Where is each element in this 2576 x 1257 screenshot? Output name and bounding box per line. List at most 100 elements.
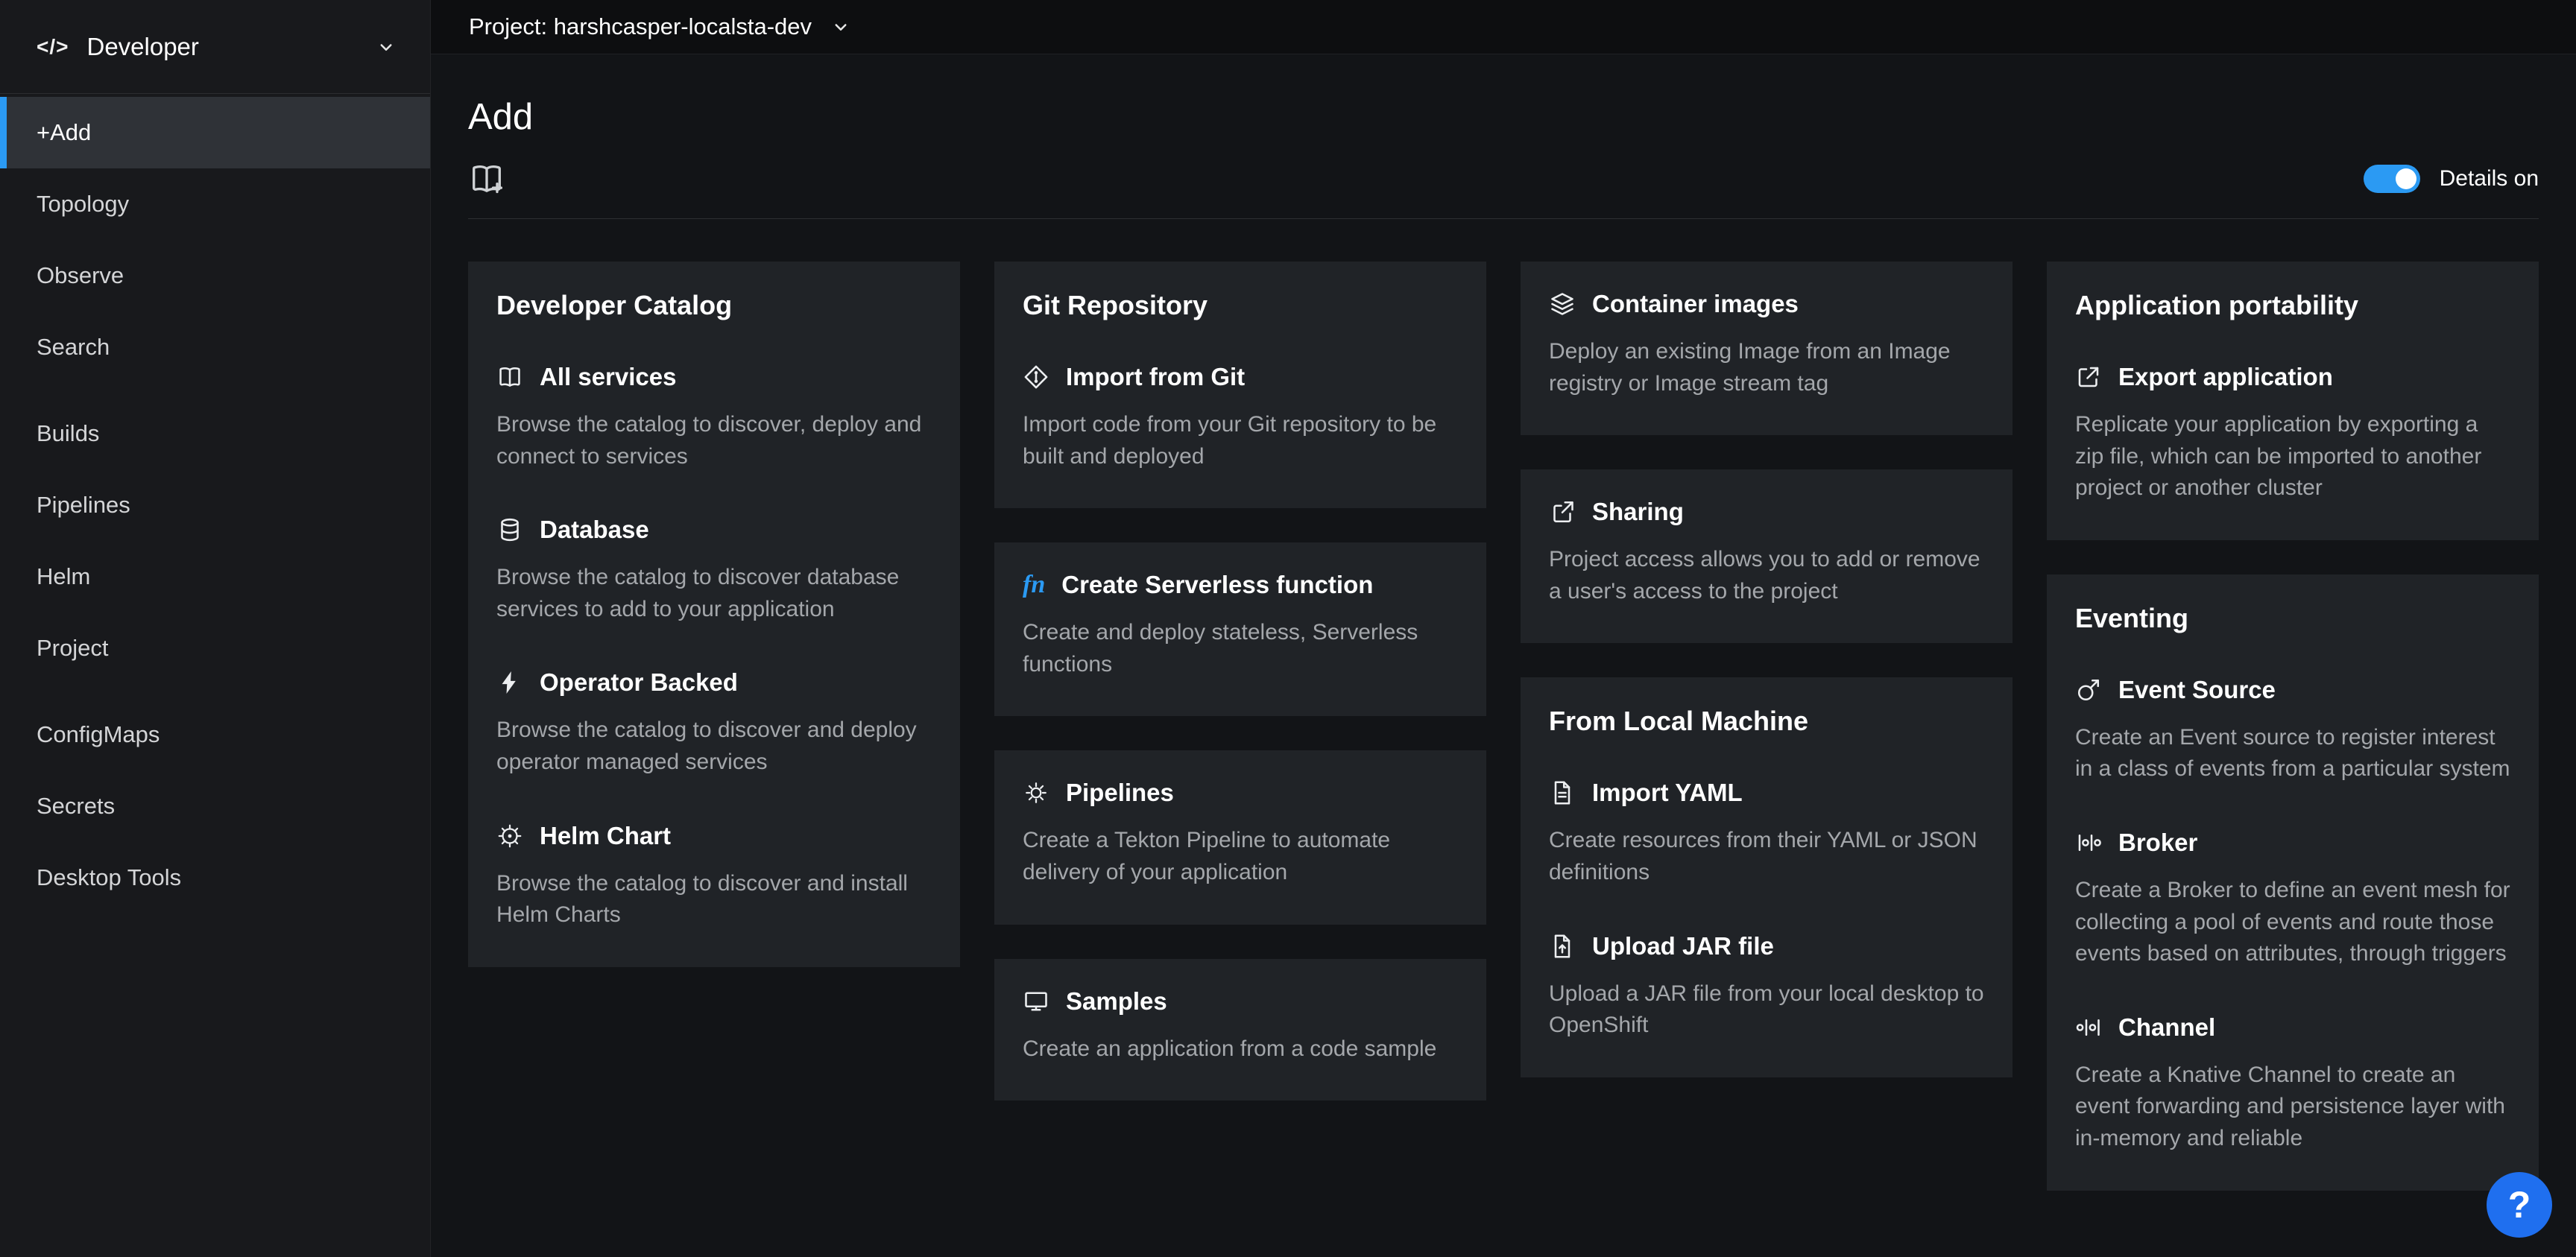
tile-container-images[interactable]: Container imagesDeploy an existing Image… — [1549, 290, 1984, 399]
sidebar-group: BuildsPipelinesHelmProject — [0, 398, 430, 684]
sidebar-item-pipelines[interactable]: Pipelines — [0, 469, 430, 541]
tile-description: Deploy an existing Image from an Image r… — [1549, 336, 1984, 399]
details-toggle-group: Details on — [2364, 165, 2539, 193]
sidebar-item-observe[interactable]: Observe — [0, 240, 430, 311]
tile-title: Samples — [1066, 987, 1167, 1016]
details-switch[interactable] — [2364, 165, 2420, 193]
tile-description: Create and deploy stateless, Serverless … — [1023, 617, 1458, 680]
tile-description: Upload a JAR file from your local deskto… — [1549, 978, 1984, 1042]
tile-description: Project access allows you to add or remo… — [1549, 544, 1984, 607]
perspective-label: Developer — [86, 33, 198, 61]
sidebar-item-project[interactable]: Project — [0, 612, 430, 684]
tile-header: fnCreate Serverless function — [1023, 571, 1458, 599]
card-developer-catalog: Developer Catalog All servicesBrowse the … — [468, 262, 960, 967]
tile-all-services[interactable]: All servicesBrowse the catalog to discov… — [496, 363, 932, 472]
tile-description: Create a Tekton Pipeline to automate del… — [1023, 825, 1458, 888]
card-sharing: Sharing Project access allows you to add … — [1521, 469, 2012, 643]
tile-helm-chart[interactable]: Helm Chart Browse the catalog to discover… — [496, 822, 932, 931]
cards-column-3: Container imagesDeploy an existing Image… — [1521, 262, 2012, 1077]
tile-sharing[interactable]: Sharing Project access allows you to add … — [1549, 498, 1984, 607]
card-samples: Samples Create an application from a code… — [994, 959, 1486, 1101]
tile-description: Browse the catalog to discover, deploy a… — [496, 409, 932, 472]
tile-header: Import YAML — [1549, 779, 1984, 807]
tile-header: Export application — [2075, 363, 2510, 391]
tile-description: Create an application from a code sample — [1023, 1033, 1458, 1066]
tile-description: Import code from your Git repository to … — [1023, 409, 1458, 472]
sidebar-item-builds[interactable]: Builds — [0, 398, 430, 469]
samples-icon — [1023, 988, 1049, 1015]
tile-title: Channel — [2118, 1013, 2215, 1042]
sidebar-nav: +AddTopologyObserveSearchBuildsPipelines… — [0, 94, 430, 914]
tile-header: Database — [496, 516, 932, 544]
tile-title: Pipelines — [1066, 779, 1174, 807]
sidebar-group: +AddTopologyObserveSearch — [0, 97, 430, 383]
tile-pipelines[interactable]: Pipelines Create a Tekton Pipeline to aut… — [1023, 779, 1458, 888]
tile-header: Broker — [2075, 829, 2510, 857]
channel-icon — [2075, 1014, 2102, 1041]
tile-samples[interactable]: Samples Create an application from a code… — [1023, 987, 1458, 1066]
tile-description: Browse the catalog to discover and insta… — [496, 868, 932, 931]
tile-header: Helm Chart — [496, 822, 932, 850]
card-title: Application portability — [2075, 290, 2510, 321]
card-title: Eventing — [2075, 603, 2510, 634]
tile-title: Import from Git — [1066, 363, 1245, 391]
tile-title: Export application — [2118, 363, 2333, 391]
add-page: Add Details on Developer Catalog All serv… — [431, 54, 2576, 1257]
sidebar-item-configmaps[interactable]: ConfigMaps — [0, 699, 430, 770]
project-dropdown[interactable]: Project: harshcasper-localsta-dev — [469, 13, 852, 40]
tile-description: Create a Broker to define an event mesh … — [2075, 875, 2510, 970]
guided-tour-book-icon[interactable] — [468, 160, 505, 197]
card-eventing: Eventing Event SourceCreate an Event sour… — [2047, 574, 2539, 1191]
container-images-icon — [1549, 291, 1576, 317]
tile-header: Samples — [1023, 987, 1458, 1016]
tile-event-source[interactable]: Event SourceCreate an Event source to re… — [2075, 676, 2510, 785]
cards-column-4: Application portability Export applicatio… — [2047, 262, 2539, 1191]
sidebar-item-topology[interactable]: Topology — [0, 168, 430, 240]
page-title: Add — [468, 96, 2539, 138]
tile-export-application[interactable]: Export applicationReplicate your applica… — [2075, 363, 2510, 504]
import-from-git-icon — [1023, 364, 1049, 390]
sidebar-group: ConfigMapsSecretsDesktop Tools — [0, 699, 430, 914]
all-services-icon — [496, 364, 523, 390]
sharing-icon — [1549, 498, 1576, 525]
sidebar-item-desktop-tools[interactable]: Desktop Tools — [0, 842, 430, 914]
tile-description: Browse the catalog to discover database … — [496, 562, 932, 625]
database-icon — [496, 516, 523, 543]
tile-title: Database — [540, 516, 649, 544]
tile-description: Create a Knative Channel to create an ev… — [2075, 1060, 2510, 1155]
help-button[interactable]: ? — [2487, 1172, 2552, 1238]
tile-upload-jar-file[interactable]: Upload JAR file Upload a JAR file from yo… — [1549, 932, 1984, 1042]
sidebar-item-add[interactable]: +Add — [0, 97, 430, 168]
topbar: Project: harshcasper-localsta-dev — [431, 0, 2576, 54]
event-source-icon — [2075, 677, 2102, 703]
pipelines-icon — [1023, 779, 1049, 806]
sidebar-item-helm[interactable]: Helm — [0, 541, 430, 612]
tile-title: Import YAML — [1592, 779, 1743, 807]
tile-import-yaml[interactable]: Import YAMLCreate resources from their Y… — [1549, 779, 1984, 888]
tile-broker[interactable]: Broker Create a Broker to define an event… — [2075, 829, 2510, 970]
main-region: Project: harshcasper-localsta-dev Add De… — [431, 0, 2576, 1257]
tile-create-serverless-function[interactable]: fnCreate Serverless function Create and d… — [1023, 571, 1458, 680]
tile-channel[interactable]: Channel Create a Knative Channel to creat… — [2075, 1013, 2510, 1155]
cards-column-1: Developer Catalog All servicesBrowse the … — [468, 262, 960, 967]
card-title: Developer Catalog — [496, 290, 932, 321]
tile-title: Sharing — [1592, 498, 1684, 526]
import-yaml-icon — [1549, 779, 1576, 806]
tile-title: Upload JAR file — [1592, 932, 1774, 960]
operator-backed-icon — [496, 669, 523, 696]
tile-description: Browse the catalog to discover and deplo… — [496, 715, 932, 778]
tile-title: Operator Backed — [540, 668, 738, 697]
tile-import-from-git[interactable]: Import from Git Import code from your Git… — [1023, 363, 1458, 472]
tile-header: Pipelines — [1023, 779, 1458, 807]
caret-down-icon — [830, 16, 852, 38]
tile-database[interactable]: Database Browse the catalog to discover d… — [496, 516, 932, 625]
add-cards-grid: Developer Catalog All servicesBrowse the … — [468, 262, 2539, 1191]
serverless-fn-icon: fn — [1023, 572, 1045, 598]
sidebar-item-search[interactable]: Search — [0, 311, 430, 383]
perspective-switcher[interactable]: </> Developer — [0, 0, 430, 94]
tile-header: Upload JAR file — [1549, 932, 1984, 960]
project-label: Project: harshcasper-localsta-dev — [469, 13, 812, 40]
card-from-local-machine: From Local MachineImport YAMLCreate reso… — [1521, 677, 2012, 1077]
sidebar-item-secrets[interactable]: Secrets — [0, 770, 430, 842]
tile-operator-backed[interactable]: Operator Backed Browse the catalog to dis… — [496, 668, 932, 778]
